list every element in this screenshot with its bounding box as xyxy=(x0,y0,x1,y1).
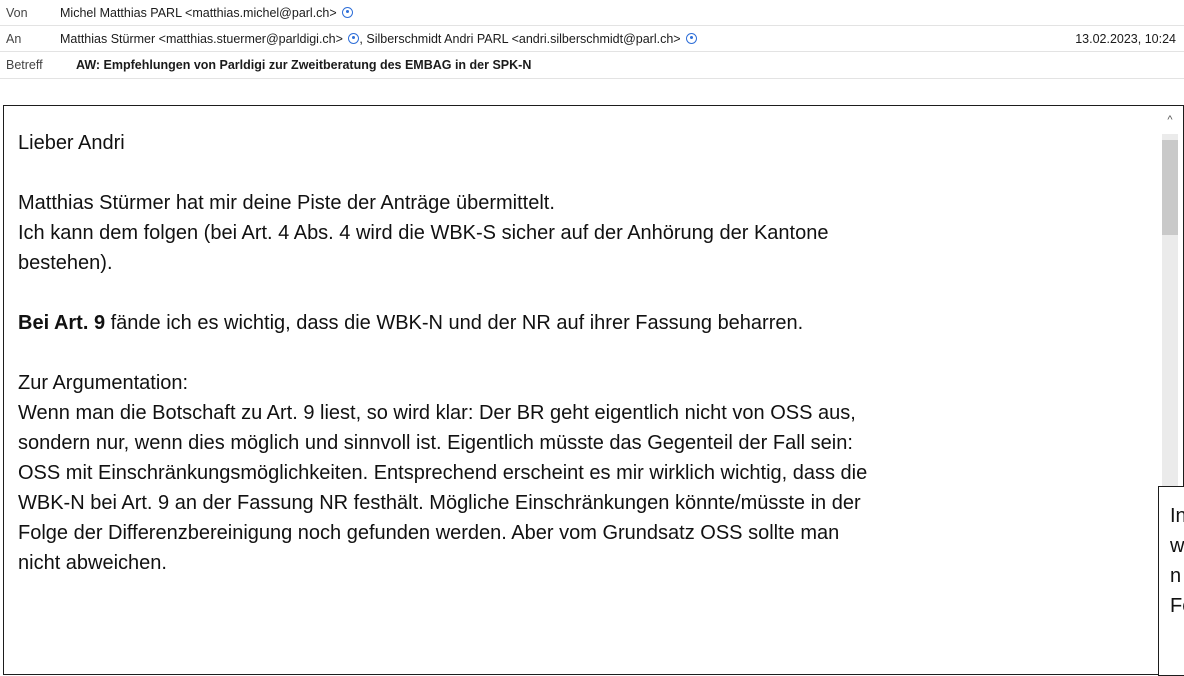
from-address[interactable]: Michel Matthias PARL <matthias.michel@pa… xyxy=(60,6,337,20)
paragraph-3: Zur Argumentation: Wenn man die Botschaf… xyxy=(18,368,1148,578)
to-recipient-stuermer[interactable]: Matthias Stürmer <matthias.stuermer@parl… xyxy=(60,32,343,46)
p3-line3: sondern nur, wenn dies möglich und sinnv… xyxy=(18,432,853,454)
header-divider xyxy=(0,25,1184,26)
header-divider xyxy=(0,78,1184,79)
p2-bold: Bei Art. 9 xyxy=(18,312,106,334)
overlay-line3: n xyxy=(1170,565,1182,587)
to-value: Matthias Stürmer <matthias.stuermer@parl… xyxy=(60,28,698,50)
p3-line7: nicht abweichen. xyxy=(18,552,167,574)
message-body: Lieber Andri Matthias Stürmer hat mir de… xyxy=(3,105,1184,675)
to-label: An xyxy=(6,32,22,46)
p2-rest: fände ich es wichtig, dass die WBK-N und… xyxy=(105,312,804,334)
from-value[interactable]: Michel Matthias PARL <matthias.michel@pa… xyxy=(60,2,354,24)
subject-row: Betreff AW: Empfehlungen von Parldigi zu… xyxy=(0,54,1184,76)
header-divider xyxy=(0,51,1184,52)
email-header: Von Michel Matthias PARL <matthias.miche… xyxy=(0,0,1184,103)
to-row: An Matthias Stürmer <matthias.stuermer@p… xyxy=(0,28,1184,50)
from-row: Von Michel Matthias PARL <matthias.miche… xyxy=(0,2,1184,24)
p1-line1: Matthias Stürmer hat mir deine Piste der… xyxy=(18,192,555,214)
overlapping-text-box: In w n Fo xyxy=(1158,486,1184,676)
overlay-text: In w n Fo xyxy=(1170,501,1184,621)
p3-line6: Folge der Differenzbereinigung noch gefu… xyxy=(18,522,840,544)
sent-date: 13.02.2023, 10:24 xyxy=(1075,32,1176,46)
greeting: Lieber Andri xyxy=(18,128,1148,158)
message-content: Lieber Andri Matthias Stürmer hat mir de… xyxy=(18,128,1148,608)
p1-line3: bestehen). xyxy=(18,252,113,274)
paragraph-2: Bei Art. 9 fände ich es wichtig, dass di… xyxy=(18,308,1148,338)
overlay-line4: Fo xyxy=(1170,595,1184,617)
to-recipient-silberschmidt[interactable]: , Silberschmidt Andri PARL <andri.silber… xyxy=(359,32,680,46)
presence-icon[interactable] xyxy=(686,33,698,44)
presence-icon[interactable] xyxy=(348,33,360,44)
subject-label: Betreff xyxy=(6,58,43,72)
overlay-line1: In xyxy=(1170,505,1184,527)
p1-line2: Ich kann dem folgen (bei Art. 4 Abs. 4 w… xyxy=(18,222,829,244)
p3-line5: WBK-N bei Art. 9 an der Fassung NR festh… xyxy=(18,492,861,514)
subject-value: AW: Empfehlungen von Parldigi zur Zweitb… xyxy=(76,58,532,72)
p3-line2: Wenn man die Botschaft zu Art. 9 liest, … xyxy=(18,402,856,424)
presence-icon[interactable] xyxy=(342,7,354,18)
scroll-up-icon[interactable]: ^ xyxy=(1160,112,1180,128)
paragraph-1: Matthias Stürmer hat mir deine Piste der… xyxy=(18,188,1148,278)
p3-line1: Zur Argumentation: xyxy=(18,372,189,394)
overlay-line2: w xyxy=(1170,535,1184,557)
greeting-text: Lieber Andri xyxy=(18,132,125,154)
scroll-thumb[interactable] xyxy=(1162,140,1178,235)
p3-line4: OSS mit Einschränkungsmöglichkeiten. Ent… xyxy=(18,462,868,484)
from-label: Von xyxy=(6,6,28,20)
